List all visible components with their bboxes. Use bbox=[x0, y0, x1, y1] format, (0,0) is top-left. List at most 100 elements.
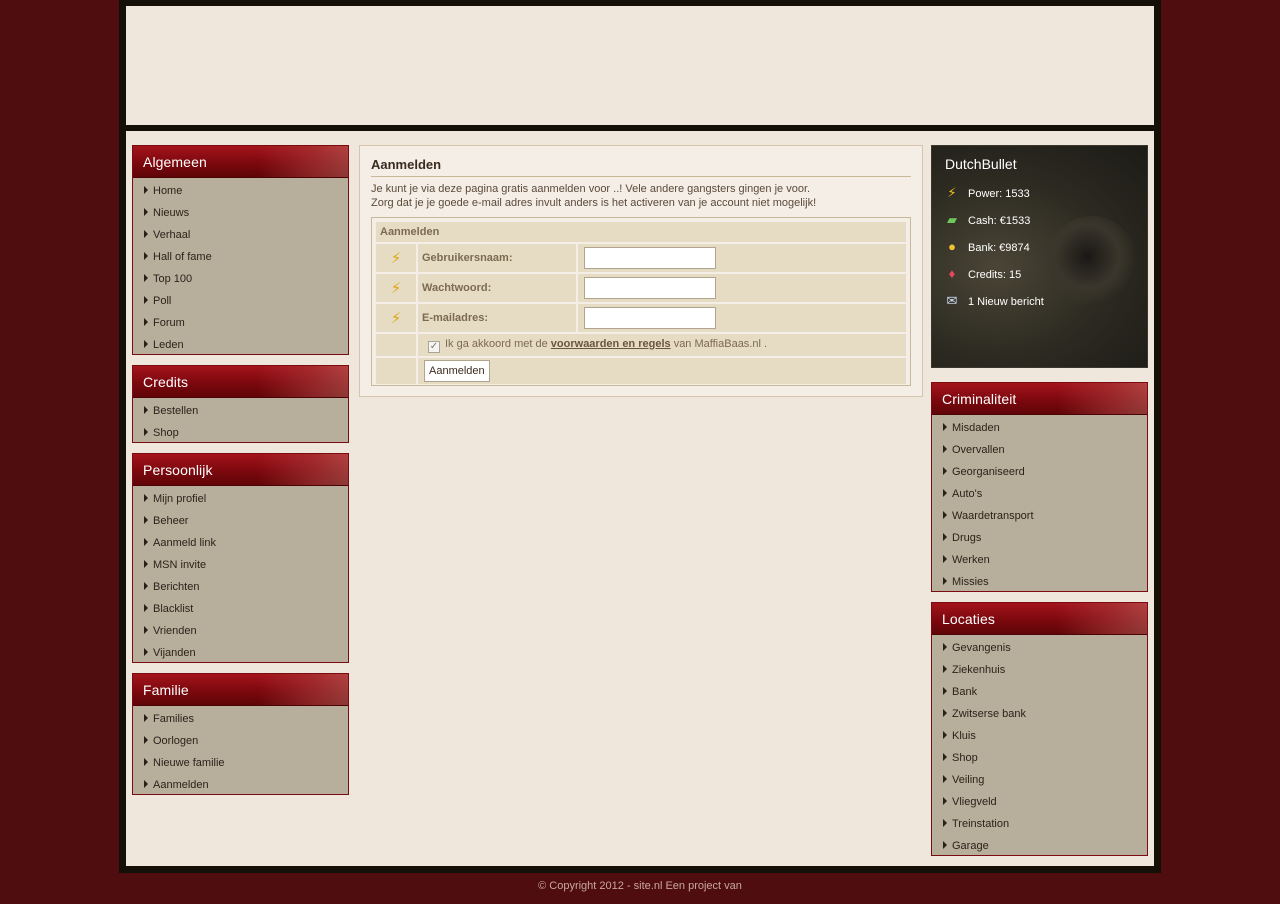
menu-item-home[interactable]: Home bbox=[133, 180, 348, 202]
menu-list: Bestellen Shop bbox=[133, 398, 348, 444]
menu-item-missies[interactable]: Missies bbox=[932, 571, 1147, 593]
menu-item-aanmeld-link[interactable]: Aanmeld link bbox=[133, 532, 348, 554]
form-table: Aanmelden ⚡ Gebruikersnaam: ⚡ Wachtwoord… bbox=[374, 220, 908, 386]
menu-list: Mijn profiel Beheer Aanmeld link MSN inv… bbox=[133, 486, 348, 664]
menu-list: Misdaden Overvallen Georganiseerd Auto's… bbox=[932, 415, 1147, 593]
menu-item-veiling[interactable]: Veiling bbox=[932, 769, 1147, 791]
menu-item-zwitserse-bank[interactable]: Zwitserse bank bbox=[932, 703, 1147, 725]
stat-bank: ● Bank: €9874 bbox=[944, 239, 1030, 254]
arrow-right-icon bbox=[144, 648, 148, 656]
menu-item-families[interactable]: Families bbox=[133, 708, 348, 730]
menu-header: Familie bbox=[133, 674, 348, 706]
username-input[interactable] bbox=[584, 247, 716, 269]
stat-messages[interactable]: ✉ 1 Nieuw bericht bbox=[944, 293, 1044, 309]
menu-item-vrienden[interactable]: Vrienden bbox=[133, 620, 348, 642]
menu-item-msn-invite[interactable]: MSN invite bbox=[133, 554, 348, 576]
page-title: Aanmelden bbox=[371, 157, 911, 177]
arrow-right-icon bbox=[144, 296, 148, 304]
menu-list: Home Nieuws Verhaal Hall of fame Top 100… bbox=[133, 178, 348, 356]
intro-text-2: Zorg dat je je goede e-mail adres invult… bbox=[371, 197, 817, 209]
footer-copyright: © Copyright 2012 - site.nl Een project v… bbox=[538, 880, 742, 892]
menu-item-vliegveld[interactable]: Vliegveld bbox=[932, 791, 1147, 813]
arrow-right-icon bbox=[943, 489, 947, 497]
agree-text-suffix: van MaffiaBaas.nl . bbox=[673, 337, 768, 350]
menu-item-aanmelden[interactable]: Aanmelden bbox=[133, 774, 348, 796]
menu-item-drugs[interactable]: Drugs bbox=[932, 527, 1147, 549]
menu-item-gevangenis[interactable]: Gevangenis bbox=[932, 637, 1147, 659]
username-label: Gebruikersnaam: bbox=[418, 244, 576, 272]
lightning-icon: ⚡ bbox=[947, 185, 957, 200]
menu-item-vijanden[interactable]: Vijanden bbox=[133, 642, 348, 664]
lightning-icon: ⚡ bbox=[376, 244, 416, 272]
menu-algemeen: Algemeen Home Nieuws Verhaal Hall of fam… bbox=[132, 145, 349, 355]
menu-item-misdaden[interactable]: Misdaden bbox=[932, 417, 1147, 439]
menu-item-top-100[interactable]: Top 100 bbox=[133, 268, 348, 290]
arrow-right-icon bbox=[943, 775, 947, 783]
menu-item-bank[interactable]: Bank bbox=[932, 681, 1147, 703]
menu-item-autos[interactable]: Auto's bbox=[932, 483, 1147, 505]
intro-text-1: Je kunt je via deze pagina gratis aanmel… bbox=[371, 183, 811, 195]
menu-item-shop[interactable]: Shop bbox=[932, 747, 1147, 769]
menu-item-beheer[interactable]: Beheer bbox=[133, 510, 348, 532]
arrow-right-icon bbox=[943, 841, 947, 849]
menu-title: Persoonlijk bbox=[143, 462, 213, 478]
arrow-right-icon bbox=[144, 758, 148, 766]
arrow-right-icon bbox=[943, 731, 947, 739]
banknote-icon: ▰ bbox=[947, 212, 957, 227]
menu-item-nieuws[interactable]: Nieuws bbox=[133, 202, 348, 224]
menu-item-kluis[interactable]: Kluis bbox=[932, 725, 1147, 747]
arrow-right-icon bbox=[144, 560, 148, 568]
arrow-right-icon bbox=[144, 340, 148, 348]
menu-item-overvallen[interactable]: Overvallen bbox=[932, 439, 1147, 461]
menu-item-shop[interactable]: Shop bbox=[133, 422, 348, 444]
arrow-right-icon bbox=[943, 445, 947, 453]
submit-button[interactable]: Aanmelden bbox=[424, 360, 490, 382]
menu-item-werken[interactable]: Werken bbox=[932, 549, 1147, 571]
register-form: Aanmelden ⚡ Gebruikersnaam: ⚡ Wachtwoord… bbox=[371, 217, 911, 386]
menu-item-forum[interactable]: Forum bbox=[133, 312, 348, 334]
stat-cash: ▰ Cash: €1533 bbox=[944, 212, 1030, 228]
menu-list: Families Oorlogen Nieuwe familie Aanmeld… bbox=[133, 706, 348, 796]
envelope-icon: ✉ bbox=[946, 293, 958, 308]
register-panel: Aanmelden Je kunt je via deze pagina gra… bbox=[359, 145, 923, 397]
menu-header: Credits bbox=[133, 366, 348, 398]
menu-item-leden[interactable]: Leden bbox=[133, 334, 348, 356]
email-input[interactable] bbox=[584, 307, 716, 329]
menu-item-hall-of-fame[interactable]: Hall of fame bbox=[133, 246, 348, 268]
menu-list: Gevangenis Ziekenhuis Bank Zwitserse ban… bbox=[932, 635, 1147, 857]
menu-item-georganiseerd[interactable]: Georganiseerd bbox=[932, 461, 1147, 483]
coins-icon: ● bbox=[948, 239, 956, 254]
password-label: Wachtwoord: bbox=[418, 274, 576, 302]
arrow-right-icon bbox=[144, 626, 148, 634]
menu-item-garage[interactable]: Garage bbox=[932, 835, 1147, 857]
arrow-right-icon bbox=[144, 604, 148, 612]
menu-header: Persoonlijk bbox=[133, 454, 348, 486]
menu-item-berichten[interactable]: Berichten bbox=[133, 576, 348, 598]
arrow-right-icon bbox=[144, 428, 148, 436]
stat-power: ⚡ Power: 1533 bbox=[944, 185, 1029, 201]
menu-item-nieuwe-familie[interactable]: Nieuwe familie bbox=[133, 752, 348, 774]
gem-icon: ♦ bbox=[948, 266, 956, 281]
password-input[interactable] bbox=[584, 277, 716, 299]
lightning-icon: ⚡ bbox=[376, 274, 416, 302]
menu-item-waardetransport[interactable]: Waardetransport bbox=[932, 505, 1147, 527]
arrow-right-icon bbox=[943, 753, 947, 761]
menu-item-mijn-profiel[interactable]: Mijn profiel bbox=[133, 488, 348, 510]
arrow-right-icon bbox=[943, 709, 947, 717]
terms-link[interactable]: voorwaarden en regels bbox=[551, 338, 671, 350]
menu-item-verhaal[interactable]: Verhaal bbox=[133, 224, 348, 246]
agree-checkbox[interactable]: ✓ bbox=[428, 340, 440, 353]
arrow-right-icon bbox=[943, 577, 947, 585]
menu-persoonlijk: Persoonlijk Mijn profiel Beheer Aanmeld … bbox=[132, 453, 349, 663]
arrow-right-icon bbox=[943, 643, 947, 651]
menu-item-bestellen[interactable]: Bestellen bbox=[133, 400, 348, 422]
arrow-right-icon bbox=[144, 186, 148, 194]
menu-item-ziekenhuis[interactable]: Ziekenhuis bbox=[932, 659, 1147, 681]
menu-item-poll[interactable]: Poll bbox=[133, 290, 348, 312]
menu-item-oorlogen[interactable]: Oorlogen bbox=[133, 730, 348, 752]
header-banner bbox=[126, 6, 1154, 125]
menu-item-treinstation[interactable]: Treinstation bbox=[932, 813, 1147, 835]
menu-item-blacklist[interactable]: Blacklist bbox=[133, 598, 348, 620]
user-stats-panel: DutchBullet ⚡ Power: 1533 ▰ Cash: €1533 ● B… bbox=[931, 145, 1148, 368]
menu-locaties: Locaties Gevangenis Ziekenhuis Bank Zwit… bbox=[931, 602, 1148, 856]
